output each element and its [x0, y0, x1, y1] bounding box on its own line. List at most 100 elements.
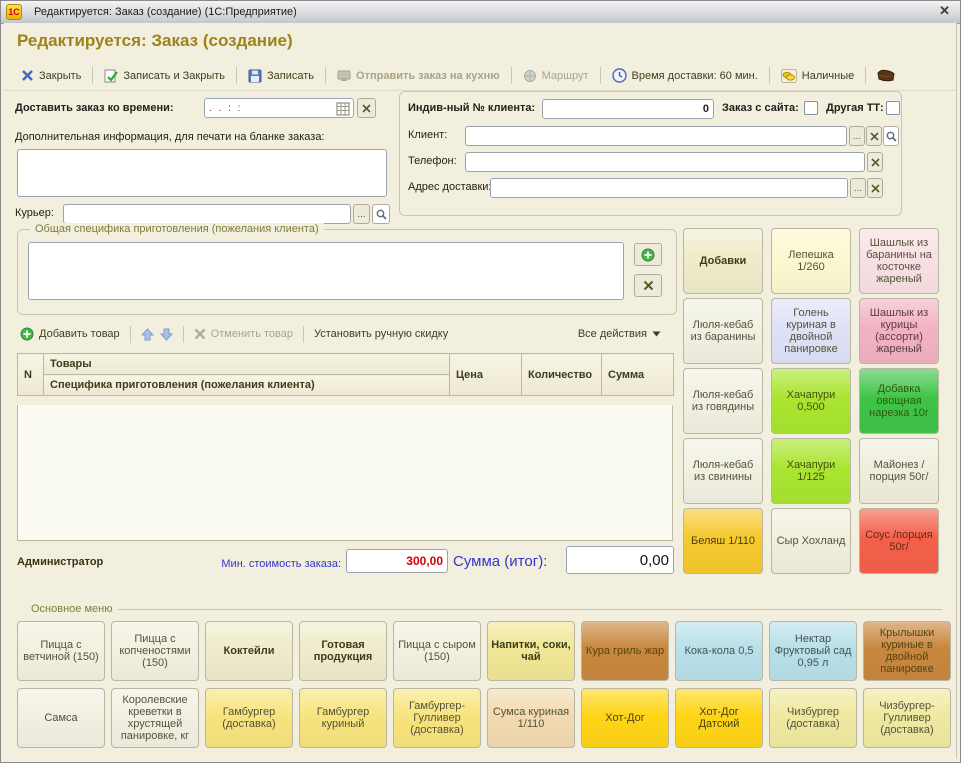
col-header-n[interactable]: N	[18, 354, 44, 396]
total-field[interactable]: 0,00	[566, 546, 674, 574]
main-menu-header: Основное меню	[31, 603, 942, 615]
menu-category-button[interactable]: Кока-кола 0,5	[675, 621, 763, 681]
courier-field[interactable]	[63, 204, 351, 224]
close-button[interactable]: Закрыть	[17, 66, 85, 85]
menu-category-button[interactable]: Пицца с сыром (150)	[393, 621, 481, 681]
toolbar-separator	[325, 67, 326, 84]
product-button[interactable]: Люля-кебаб из говядины	[683, 368, 763, 434]
menu-category-button[interactable]: Коктейли	[205, 621, 293, 681]
menu-category-button[interactable]: Пицца с ветчиной (150)	[17, 621, 105, 681]
deliver-by-clear-button[interactable]	[357, 98, 376, 118]
clear-x-icon	[871, 158, 880, 167]
product-button[interactable]: Голень куриная в двойной панировке	[771, 298, 851, 364]
col-subheader-specifics[interactable]: Специфика приготовления (пожелания клиен…	[44, 375, 450, 396]
menu-category-button[interactable]: Хот-Дог Датский	[675, 688, 763, 748]
all-actions-button[interactable]: Все действия	[575, 326, 664, 342]
menu-category-button[interactable]: Хот-Дог	[581, 688, 669, 748]
menu-category-button[interactable]: Напитки, соки, чай	[487, 621, 575, 681]
site-order-label: Заказ с сайта:	[722, 102, 799, 114]
clear-x-icon	[362, 104, 371, 113]
other-tt-checkbox[interactable]	[886, 101, 900, 115]
menu-category-button[interactable]: Гамбургер (доставка)	[205, 688, 293, 748]
cancel-item-label: Отменить товар	[211, 328, 293, 340]
items-table: N Товары Цена Количество Сумма Специфика…	[17, 353, 674, 396]
product-button[interactable]: Шашлык из курицы (ассорти) жареный	[859, 298, 939, 364]
address-field[interactable]	[490, 178, 848, 198]
courier-search-button[interactable]	[372, 204, 390, 224]
col-header-qty[interactable]: Количество	[522, 354, 602, 396]
cash-button[interactable]: Наличные	[777, 66, 858, 86]
wallet-button[interactable]	[873, 66, 899, 85]
menu-category-button[interactable]: Нектар Фруктовый сад 0,95 л	[769, 621, 857, 681]
client-value	[466, 127, 846, 145]
client-clear-button[interactable]	[866, 126, 882, 146]
arrow-up-icon	[141, 328, 154, 341]
client-select-button[interactable]: ...	[849, 126, 865, 146]
menu-category-button[interactable]: Чизбургер (доставка)	[769, 688, 857, 748]
client-field[interactable]	[465, 126, 847, 146]
product-button[interactable]: Соус /порция 50г/	[859, 508, 939, 574]
save-and-close-button[interactable]: Записать и Закрыть	[100, 66, 229, 86]
courier-select-button[interactable]: ...	[353, 204, 370, 224]
product-button[interactable]: Шашлык из баранины на косточке жареный	[859, 228, 939, 294]
manual-discount-label: Установить ручную скидку	[314, 328, 448, 340]
product-button[interactable]: Сыр Хохланд	[771, 508, 851, 574]
menu-category-button[interactable]: Кура гриль жар	[581, 621, 669, 681]
menu-category-button[interactable]: Сумса куриная 1/110	[487, 688, 575, 748]
menu-category-button[interactable]: Гамбургер куриный	[299, 688, 387, 748]
product-button[interactable]: Добавка овощная нарезка 10г	[859, 368, 939, 434]
product-button[interactable]: Лепешка 1/260	[771, 228, 851, 294]
col-header-goods[interactable]: Товары	[44, 354, 450, 375]
client-number-field[interactable]: 0	[542, 99, 714, 119]
col-header-price[interactable]: Цена	[450, 354, 522, 396]
phone-clear-button[interactable]	[867, 152, 883, 172]
min-order-field: 300,00	[346, 549, 448, 573]
product-button[interactable]: Хачапури 0,500	[771, 368, 851, 434]
product-button[interactable]: Майонез /порция 50г/	[859, 438, 939, 504]
menu-category-button[interactable]: Гамбургер-Гулливер (доставка)	[393, 688, 481, 748]
menu-category-button[interactable]: Крылышки куриные в двойной панировке	[863, 621, 951, 681]
extra-info-textarea[interactable]	[17, 149, 387, 197]
menu-category-button[interactable]: Чизбургер-Гулливер (доставка)	[863, 688, 951, 748]
specifics-clear-button[interactable]	[634, 274, 662, 297]
phone-field[interactable]	[465, 152, 865, 172]
toolbar-separator	[511, 67, 512, 84]
col-header-sum[interactable]: Сумма	[602, 354, 674, 396]
menu-category-button[interactable]: Королевские креветки в хрустящей паниров…	[111, 688, 199, 748]
items-table-body[interactable]	[17, 405, 673, 541]
save-button[interactable]: Записать	[244, 66, 318, 86]
delivery-time-button[interactable]: Время доставки: 60 мин.	[608, 65, 762, 86]
cash-label: Наличные	[802, 70, 854, 82]
client-search-button[interactable]	[883, 126, 899, 146]
client-number-value: 0	[543, 100, 713, 118]
product-button[interactable]: Люля-кебаб из свинины	[683, 438, 763, 504]
calendar-icon[interactable]	[336, 102, 350, 116]
cancel-item-button[interactable]: Отменить товар	[191, 326, 296, 342]
site-order-checkbox[interactable]	[804, 101, 818, 115]
delivery-time-label: Время доставки: 60 мин.	[632, 70, 758, 82]
move-down-button[interactable]	[157, 326, 176, 343]
doc-check-icon	[104, 69, 118, 83]
move-up-button[interactable]	[138, 326, 157, 343]
route-button[interactable]: Маршрут	[519, 66, 593, 86]
user-name: Администратор	[17, 556, 103, 568]
specifics-add-button[interactable]	[634, 243, 662, 266]
send-to-kitchen-button[interactable]: Отправить заказ на кухню	[333, 66, 504, 85]
deliver-by-field[interactable]: . . : :	[204, 98, 354, 118]
product-button[interactable]: Хачапури 1/125	[771, 438, 851, 504]
product-button[interactable]: Люля-кебаб из баранины	[683, 298, 763, 364]
menu-category-button[interactable]: Пицца с копченостями (150)	[111, 621, 199, 681]
order-edit-window: 1С Редактируется: Заказ (создание) (1С:П…	[0, 0, 961, 763]
product-button[interactable]: Добавки	[683, 228, 763, 294]
add-item-button[interactable]: Добавить товар	[17, 325, 123, 343]
product-button[interactable]: Беляш 1/110	[683, 508, 763, 574]
arrow-down-icon	[160, 328, 173, 341]
main-menu-grid: Пицца с ветчиной (150)Пицца с копченостя…	[17, 621, 951, 748]
specifics-textarea[interactable]	[28, 242, 624, 300]
manual-discount-button[interactable]: Установить ручную скидку	[311, 326, 451, 342]
address-select-button[interactable]: ...	[850, 178, 866, 198]
menu-category-button[interactable]: Самса	[17, 688, 105, 748]
window-close-button[interactable]: ✕	[939, 3, 950, 19]
menu-category-button[interactable]: Готовая продукция	[299, 621, 387, 681]
address-clear-button[interactable]	[867, 178, 883, 198]
